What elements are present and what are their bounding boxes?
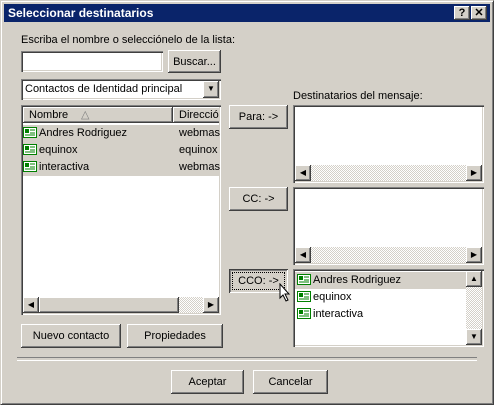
help-button[interactable]: ? xyxy=(454,6,470,20)
dialog-title: Seleccionar destinatarios xyxy=(8,6,154,20)
contact-card-icon xyxy=(23,127,37,138)
select-recipients-dialog: Seleccionar destinatarios ? ✕ Escriba el… xyxy=(0,0,494,405)
scroll-down-icon[interactable]: ▼ xyxy=(466,329,482,345)
dropdown-arrow-icon[interactable]: ▼ xyxy=(203,81,219,98)
search-input[interactable] xyxy=(21,51,163,72)
table-row[interactable]: equinox equinox xyxy=(23,142,219,159)
address-book-select[interactable]: Contactos de Identidad principal ▼ xyxy=(21,79,221,100)
bcc-vertical-scrollbar[interactable]: ▲ ▼ xyxy=(466,271,482,345)
contact-card-icon xyxy=(297,308,311,319)
contact-card-icon xyxy=(23,161,37,172)
contact-card-icon xyxy=(23,144,37,155)
title-bar: Seleccionar destinatarios ? ✕ xyxy=(4,4,490,22)
contact-card-icon xyxy=(297,291,311,302)
contacts-horizontal-scrollbar[interactable]: ◀ ▶ xyxy=(23,297,219,313)
list-item[interactable]: Andres Rodriguez xyxy=(295,272,482,289)
new-contact-button[interactable]: Nuevo contacto xyxy=(21,324,121,348)
column-header-address[interactable]: Direcció xyxy=(173,107,219,123)
contact-card-icon xyxy=(297,274,311,285)
sort-ascending-icon: △ xyxy=(81,109,90,121)
scroll-left-icon[interactable]: ◀ xyxy=(295,247,311,263)
scroll-right-icon[interactable]: ▶ xyxy=(203,297,219,313)
list-item[interactable]: interactiva xyxy=(295,306,482,323)
cc-horizontal-scrollbar[interactable]: ◀ ▶ xyxy=(295,247,482,263)
cancel-button[interactable]: Cancelar xyxy=(253,370,328,394)
scroll-thumb[interactable] xyxy=(39,297,179,313)
table-row[interactable]: interactiva webmas xyxy=(23,159,220,176)
contacts-list[interactable]: Nombre △ Direcció Andres Rodriguez webma… xyxy=(21,105,221,315)
accept-button[interactable]: Aceptar xyxy=(171,370,244,394)
help-icon: ? xyxy=(458,7,466,19)
cc-recipients-list[interactable]: ◀ ▶ xyxy=(293,187,484,265)
to-button[interactable]: Para: -> xyxy=(229,105,288,129)
column-header-name[interactable]: Nombre △ xyxy=(23,107,173,123)
table-row[interactable]: Andres Rodriguez webmas xyxy=(23,125,220,142)
search-prompt-label: Escriba el nombre o selecciónelo de la l… xyxy=(21,34,236,46)
scroll-left-icon[interactable]: ◀ xyxy=(295,165,311,181)
scroll-right-icon[interactable]: ▶ xyxy=(466,165,482,181)
properties-button[interactable]: Propiedades xyxy=(127,324,223,348)
search-button[interactable]: Buscar... xyxy=(168,50,221,73)
recipients-label: Destinatarios del mensaje: xyxy=(293,90,423,102)
mouse-pointer-icon xyxy=(279,283,291,302)
scroll-left-icon[interactable]: ◀ xyxy=(23,297,39,313)
bcc-recipients-list[interactable]: Andres Rodriguez equinox interactiva ▲ ▼ xyxy=(293,269,484,347)
cc-button[interactable]: CC: -> xyxy=(229,187,288,211)
to-horizontal-scrollbar[interactable]: ◀ ▶ xyxy=(295,165,482,181)
list-item[interactable]: equinox xyxy=(295,289,482,306)
scroll-right-icon[interactable]: ▶ xyxy=(466,247,482,263)
close-icon: ✕ xyxy=(474,7,484,19)
separator xyxy=(17,357,477,361)
to-recipients-list[interactable]: ◀ ▶ xyxy=(293,105,484,183)
scroll-up-icon[interactable]: ▲ xyxy=(466,271,482,287)
close-button[interactable]: ✕ xyxy=(471,6,487,20)
